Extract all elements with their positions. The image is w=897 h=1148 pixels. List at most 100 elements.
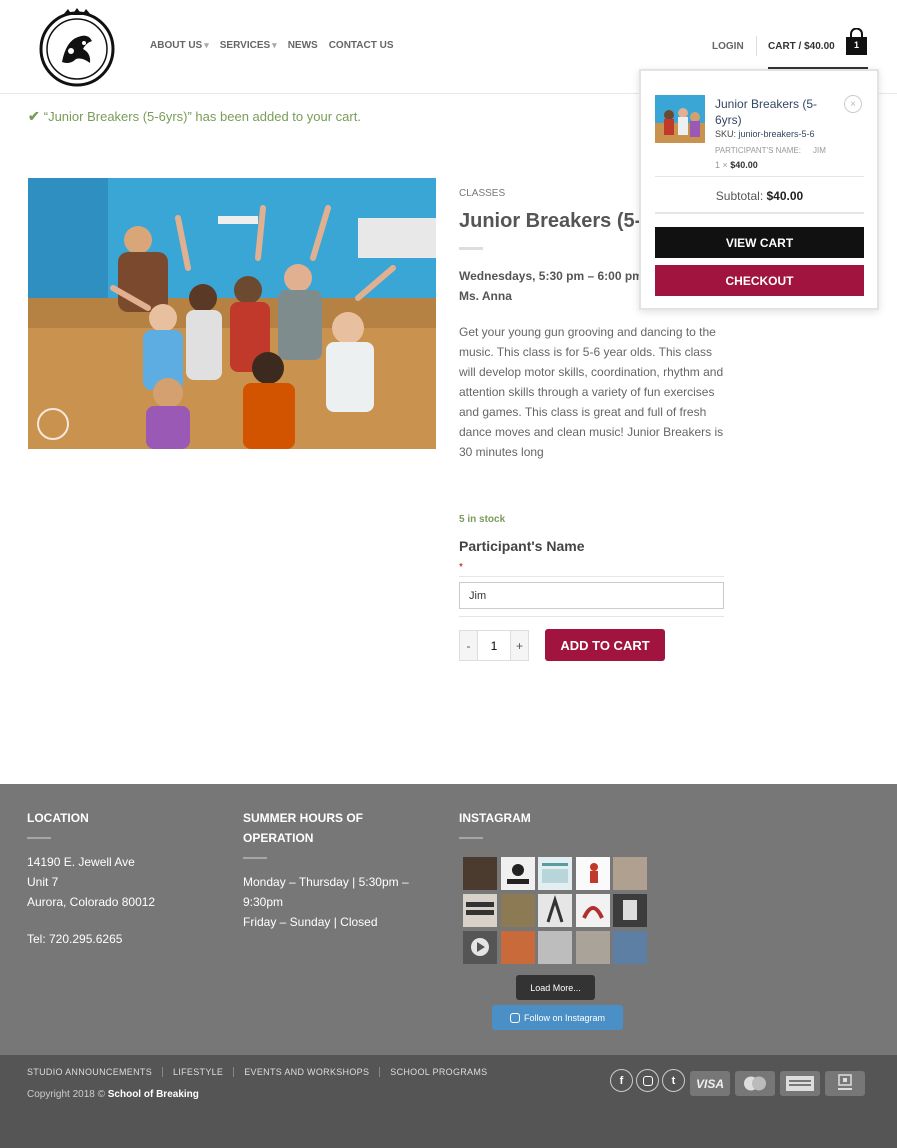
view-cart-button[interactable]: VIEW CART: [655, 227, 864, 258]
nav-contact-us[interactable]: CONTACT US: [329, 40, 394, 51]
instagram-post[interactable]: [575, 931, 610, 964]
copyright-prefix: Copyright 2018 ©: [27, 1089, 105, 1100]
checkmark-icon: ✔: [28, 108, 40, 124]
instagram-icon: [509, 1012, 520, 1023]
chevron-down-icon: ▾: [204, 40, 209, 50]
twitter-icon[interactable]: t: [662, 1069, 685, 1092]
instagram-feed: [463, 857, 647, 964]
nav-services-label: SERVICES: [219, 40, 271, 51]
instagram-post[interactable]: [500, 931, 535, 964]
sku-value: junior-breakers-5-6: [738, 129, 815, 139]
instagram-post[interactable]: [463, 894, 497, 927]
cart-added-notice: ✔ “Junior Breakers (5-6yrs)” has been ad…: [28, 108, 361, 125]
quantity-input[interactable]: [478, 630, 510, 661]
cart-count: 1: [853, 40, 859, 50]
instagram-post[interactable]: [500, 857, 535, 890]
cart-link[interactable]: CART / $40.00: [768, 41, 835, 52]
nav-about-us-label: ABOUT US: [150, 40, 203, 51]
payment-icons: VISA: [690, 1071, 865, 1096]
participant-value: JIM: [812, 146, 826, 155]
subtotal-value: $40.00: [766, 189, 804, 203]
required-mark: *: [459, 562, 463, 573]
login-link[interactable]: LOGIN: [712, 41, 744, 52]
mini-cart-subtotal: Subtotal: $40.00: [655, 189, 864, 203]
footer-menu: STUDIO ANNOUNCEMENTS LIFESTYLE EVENTS AN…: [27, 1067, 507, 1077]
site-footer: [0, 784, 897, 1055]
footer-link-studio-announcements[interactable]: STUDIO ANNOUNCEMENTS: [27, 1067, 164, 1077]
nav-news[interactable]: NEWS: [288, 40, 318, 51]
address-line-2: Unit 7: [27, 875, 59, 889]
nav-news-label: NEWS: [287, 40, 318, 51]
quantity-stepper: - +: [459, 630, 529, 661]
social-icons: f t: [610, 1069, 685, 1092]
footer-link-school-programs[interactable]: SCHOOL PROGRAMS: [390, 1067, 497, 1077]
title-divider: [459, 247, 483, 250]
instagram-post[interactable]: [613, 857, 647, 890]
notice-text: “Junior Breakers (5-6yrs)” has been adde…: [43, 109, 361, 124]
location-divider: [27, 837, 51, 839]
quantity-text: 1 ×: [715, 160, 728, 170]
instagram-post[interactable]: [575, 857, 610, 890]
follow-instagram-label: Follow on Instagram: [523, 1012, 606, 1023]
location-heading: LOCATION: [27, 811, 89, 825]
cart-bag-icon[interactable]: 1: [845, 27, 868, 56]
stock-status: 5 in stock: [459, 514, 506, 525]
remove-item-icon[interactable]: ×: [844, 95, 862, 113]
address-line-1: 14190 E. Jewell Ave: [27, 855, 135, 869]
instagram-post[interactable]: [500, 894, 535, 927]
amex-icon: [780, 1071, 820, 1096]
quantity-minus-button[interactable]: -: [459, 630, 478, 661]
instagram-post[interactable]: [538, 931, 572, 964]
sku-label: SKU:: [715, 129, 737, 139]
hours-weekend: Friday – Sunday | Closed: [243, 915, 378, 929]
site-logo[interactable]: [36, 7, 118, 87]
product-category-link[interactable]: CLASSES: [459, 188, 505, 199]
instagram-icon[interactable]: [636, 1069, 659, 1092]
nav-services[interactable]: SERVICES ▾: [220, 40, 277, 51]
participant-name-input[interactable]: [459, 582, 724, 609]
add-to-cart-button[interactable]: ADD TO CART: [545, 629, 665, 661]
quantity-plus-button[interactable]: +: [510, 630, 529, 661]
instagram-post[interactable]: [463, 857, 497, 890]
mini-cart-divider-2: [655, 212, 864, 214]
mini-cart-item-sku: SKU: junior-breakers-5-6: [715, 129, 815, 139]
product-description: Get your young gun grooving and dancing …: [459, 325, 724, 459]
chevron-down-icon: ▾: [272, 40, 277, 50]
facebook-icon[interactable]: f: [610, 1069, 633, 1092]
participant-name-label: Participant's Name: [459, 538, 585, 554]
address-line-3: Aurora, Colorado 80012: [27, 895, 156, 909]
nav-contact-us-label: CONTACT US: [328, 40, 394, 51]
product-image[interactable]: [28, 178, 436, 449]
instagram-post[interactable]: [613, 894, 647, 927]
mini-cart-item-name[interactable]: Junior Breakers (5-6yrs): [715, 96, 835, 128]
hours-divider: [243, 857, 267, 859]
instagram-post[interactable]: [463, 931, 497, 964]
hours-heading: SUMMER HOURS OF OPERATION: [243, 811, 363, 845]
field-divider-top: [459, 576, 724, 577]
hours-weekday: Monday – Thursday | 5:30pm – 9:30pm: [243, 875, 409, 909]
instagram-post[interactable]: [575, 894, 610, 927]
instagram-post[interactable]: [613, 931, 647, 964]
item-price: $40.00: [730, 160, 758, 170]
load-more-button[interactable]: Load More...: [516, 975, 595, 1000]
copyright-brand-link[interactable]: School of Breaking: [108, 1089, 199, 1100]
participant-label: PARTICIPANT'S NAME:: [715, 146, 801, 155]
footer-link-events-workshops[interactable]: EVENTS AND WORKSHOPS: [244, 1067, 381, 1077]
footer-link-lifestyle[interactable]: LIFESTYLE: [173, 1067, 235, 1077]
follow-instagram-button[interactable]: Follow on Instagram: [492, 1005, 623, 1030]
checkout-button[interactable]: CHECKOUT: [655, 265, 864, 296]
instagram-post[interactable]: [538, 857, 572, 890]
mini-cart-item-thumbnail[interactable]: [655, 95, 705, 143]
nav-about-us[interactable]: ABOUT US ▾: [150, 40, 209, 51]
field-divider-bottom: [459, 616, 724, 617]
mini-cart-participant: PARTICIPANT'S NAME: JIM: [715, 146, 835, 155]
header-divider: [756, 36, 757, 56]
subtotal-label: Subtotal:: [715, 189, 764, 203]
mastercard-icon: [735, 1071, 775, 1096]
mini-cart-dropdown: Junior Breakers (5-6yrs) × SKU: junior-b…: [639, 69, 879, 310]
instagram-post[interactable]: [538, 894, 572, 927]
svg-text:VISA: VISA: [696, 1077, 724, 1091]
telephone[interactable]: Tel: 720.295.6265: [27, 929, 122, 949]
zoom-icon[interactable]: [37, 408, 69, 440]
mini-cart-divider: [655, 176, 864, 177]
